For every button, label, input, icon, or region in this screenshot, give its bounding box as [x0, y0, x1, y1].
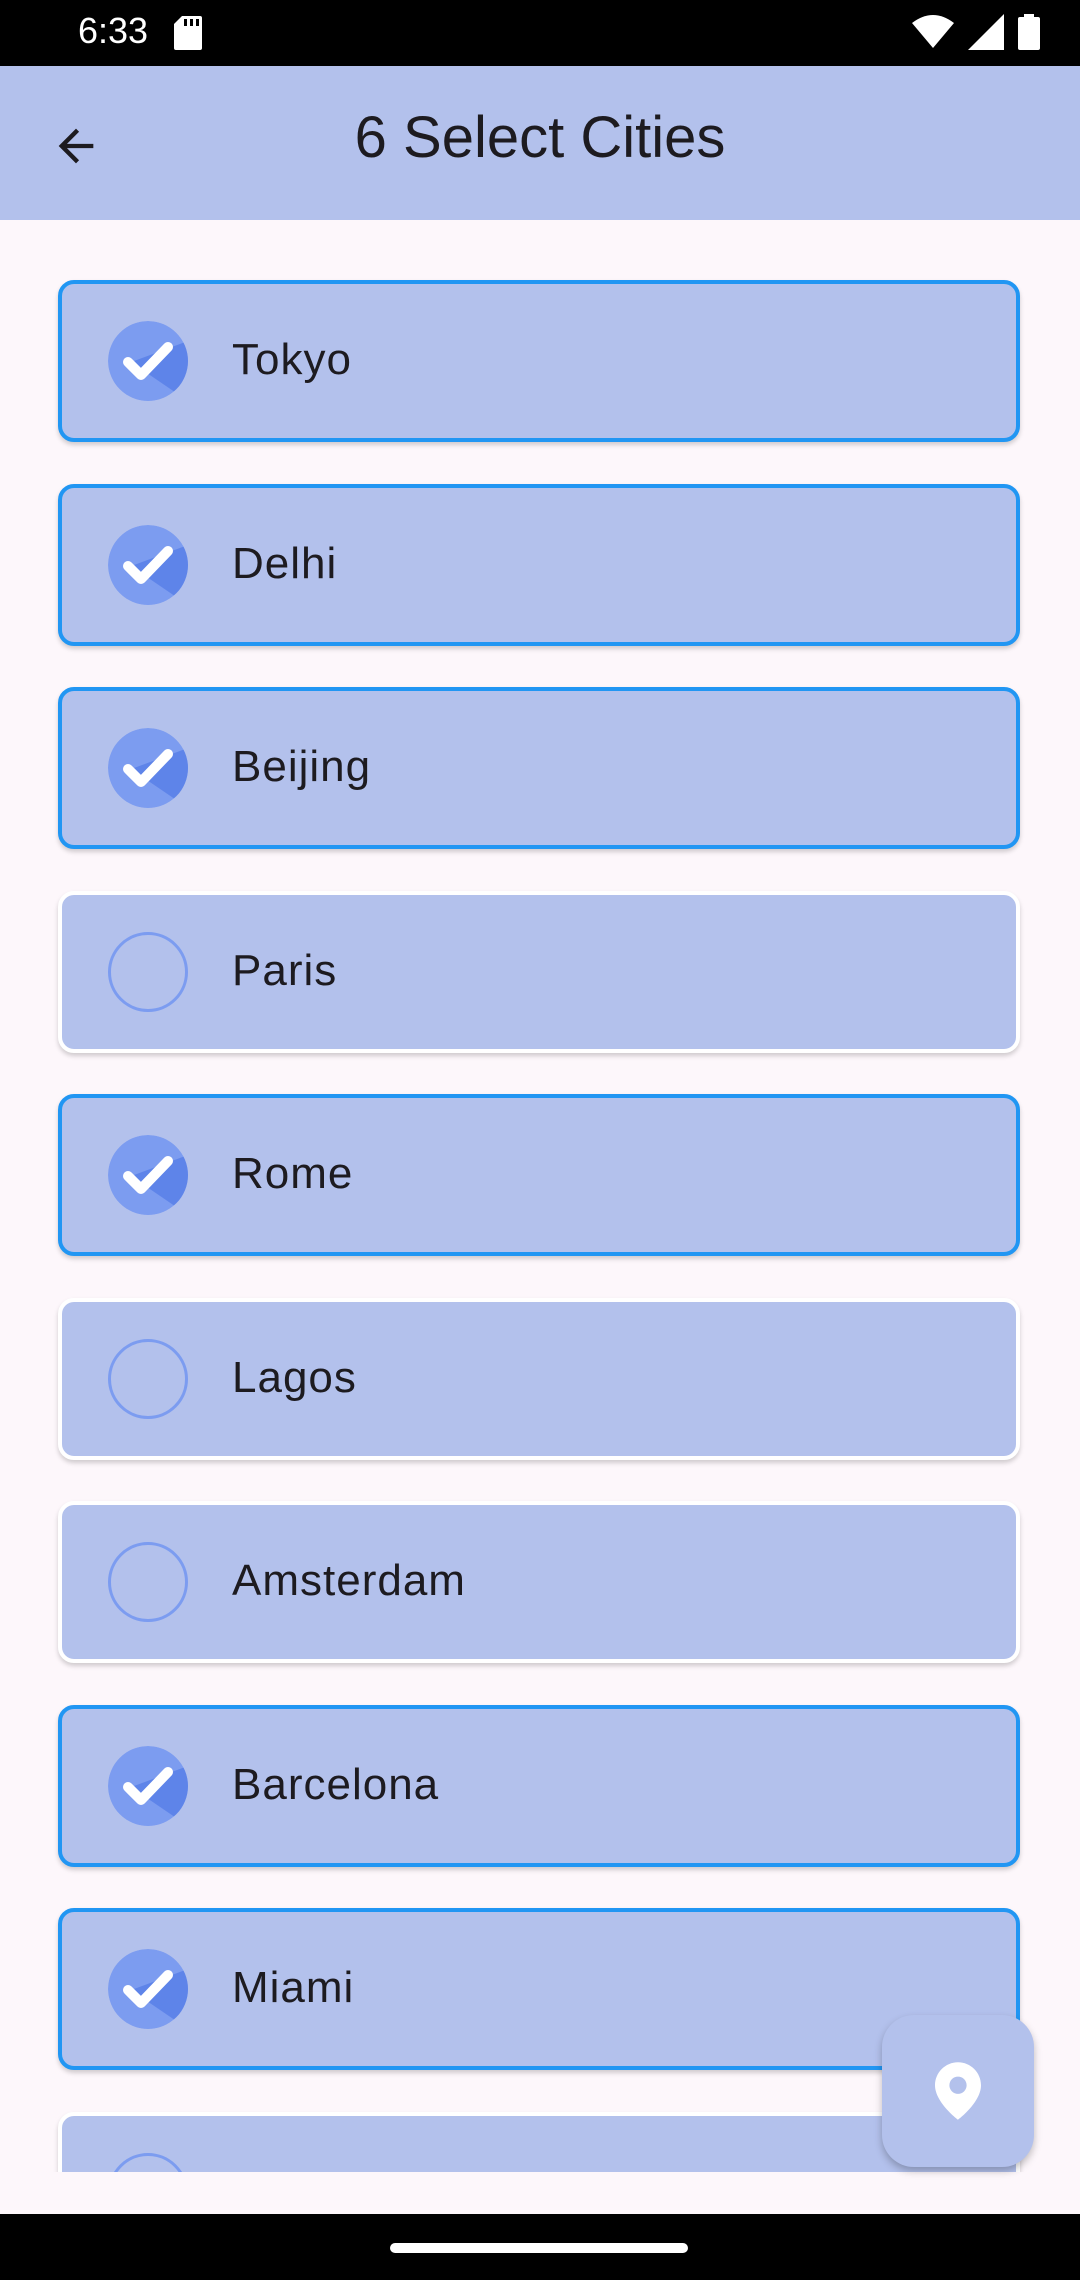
signal-icon	[968, 14, 1004, 50]
status-time: 6:33	[78, 10, 149, 51]
checkmark-checkbox-icon[interactable]	[108, 728, 188, 808]
city-label: Miami	[232, 1963, 355, 2012]
city-list[interactable]: Tokyo Delhi Beijing Paris Rome Lagos Amsterdam…	[0, 220, 1080, 2172]
checkmark-checkbox-icon[interactable]	[108, 321, 188, 401]
checkmark-checkbox-icon[interactable]	[108, 1949, 188, 2029]
empty-checkbox-icon[interactable]	[108, 1542, 188, 1622]
location-pin-icon	[935, 2062, 981, 2120]
city-label: Barcelona	[232, 1759, 440, 1809]
city-label: Amsterdam	[232, 1556, 466, 1605]
city-card[interactable]: Amsterdam	[58, 1501, 1020, 1663]
city-label: Beijing	[232, 742, 372, 791]
navigation-bar	[0, 2214, 1080, 2280]
city-card[interactable]: Beijing	[58, 687, 1020, 849]
city-label: Delhi	[232, 538, 338, 588]
empty-checkbox-icon[interactable]	[108, 2152, 188, 2172]
city-card[interactable]: Barcelona	[58, 1704, 1020, 1867]
wifi-icon	[912, 15, 954, 48]
city-card[interactable]: Lagos	[58, 1297, 1020, 1460]
sd-card-icon	[174, 16, 202, 50]
city-card[interactable]: Rome	[58, 1094, 1020, 1256]
checkmark-checkbox-icon[interactable]	[108, 1745, 188, 1826]
page-title: 6 Select Cities	[354, 105, 726, 170]
city-card[interactable]: Tokyo	[58, 280, 1020, 442]
city-card[interactable]: Paris	[58, 890, 1020, 1053]
battery-icon	[1018, 14, 1040, 50]
city-label: Rome	[232, 1149, 354, 1198]
checkmark-checkbox-icon[interactable]	[108, 1135, 188, 1215]
city-label: Tokyo	[232, 335, 352, 384]
city-card[interactable]	[58, 2111, 1020, 2172]
location-fab[interactable]	[882, 2015, 1034, 2167]
status-bar: 6:33	[0, 0, 1080, 66]
city-card[interactable]: Miami	[58, 1908, 1020, 2070]
home-indicator[interactable]	[390, 2243, 688, 2253]
empty-checkbox-icon[interactable]	[108, 1338, 188, 1419]
city-label: Paris	[232, 945, 338, 995]
checkmark-checkbox-icon[interactable]	[108, 524, 188, 605]
city-label: Lagos	[232, 1352, 357, 1402]
app-bar: 6 Select Cities	[0, 66, 1080, 220]
empty-checkbox-icon[interactable]	[108, 931, 188, 1012]
city-card[interactable]: Delhi	[58, 483, 1020, 646]
